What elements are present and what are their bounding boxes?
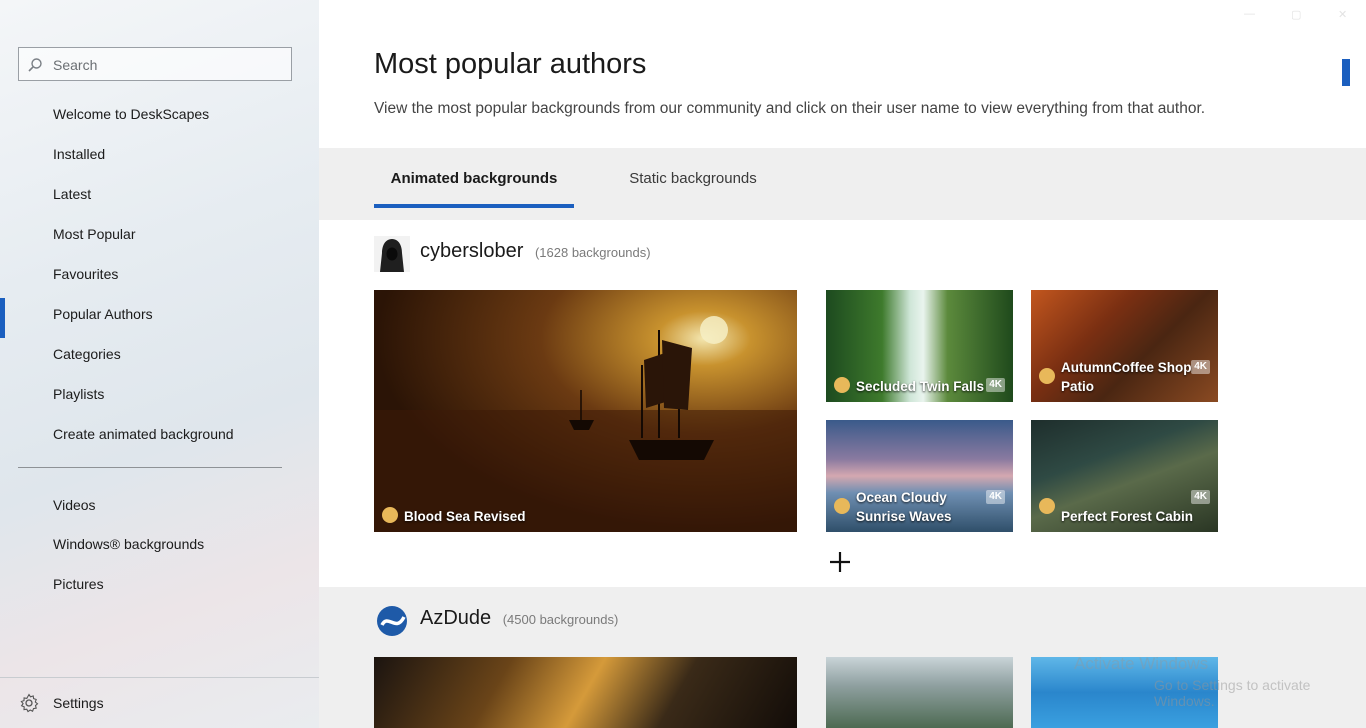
download-icon: [834, 498, 850, 514]
author-name-link[interactable]: AzDude (4500 backgrounds): [420, 607, 618, 630]
sidebar-item-welcome[interactable]: Welcome to DeskScapes: [0, 96, 319, 132]
sidebar-item-videos[interactable]: Videos: [0, 487, 319, 523]
page-title: Most popular authors: [374, 48, 647, 80]
sidebar-item-installed[interactable]: Installed: [0, 136, 319, 172]
sidebar-item-label: Categories: [53, 346, 121, 362]
sidebar-item-popular-authors[interactable]: Popular Authors: [0, 296, 319, 338]
sidebar-bottom-divider: [0, 677, 319, 678]
author-name: cyberslober: [420, 240, 524, 262]
sidebar-item-label: Videos: [53, 497, 96, 513]
background-tile[interactable]: [374, 657, 797, 728]
background-tile[interactable]: 4K Perfect Forest Cabin: [1031, 420, 1218, 532]
search-icon: [28, 58, 42, 72]
tab-label: Static backgrounds: [629, 170, 757, 187]
sidebar-item-create-animated-background[interactable]: Create animated background: [0, 416, 319, 452]
main-content: — ▢ ✕ Most popular authors View the most…: [319, 0, 1366, 728]
maximize-icon[interactable]: ▢: [1291, 8, 1305, 21]
background-tile[interactable]: 4K Secluded Twin Falls: [826, 290, 1013, 402]
tile-title: Ocean Cloudy Sunrise Waves: [856, 490, 952, 524]
sidebar-item-most-popular[interactable]: Most Popular: [0, 216, 319, 252]
tab-label: Animated backgrounds: [390, 170, 558, 187]
tile-title: Blood Sea Revised: [404, 509, 526, 524]
download-icon: [834, 377, 850, 393]
author-background-count: (1628 backgrounds): [534, 245, 651, 260]
sidebar-item-playlists[interactable]: Playlists: [0, 376, 319, 412]
minimize-icon[interactable]: —: [1244, 8, 1258, 20]
tile-title: AutumnCoffee Shop Patio: [1061, 360, 1192, 394]
plus-icon[interactable]: [828, 550, 852, 574]
sidebar-item-label: Playlists: [53, 386, 105, 402]
activate-windows-watermark: Activate Windows: [1074, 654, 1209, 673]
hooded-figure-avatar-icon[interactable]: [374, 236, 410, 272]
settings-button[interactable]: Settings: [0, 685, 319, 721]
tab-active-indicator: [374, 204, 574, 208]
tile-title: Perfect Forest Cabin: [1061, 509, 1194, 524]
tab-animated-backgrounds[interactable]: Animated backgrounds: [374, 170, 574, 208]
background-tile[interactable]: 4K Ocean Cloudy Sunrise Waves: [826, 420, 1013, 532]
sidebar-item-label: Windows® backgrounds: [53, 536, 205, 552]
sidebar-item-label: Favourites: [53, 266, 119, 282]
sidebar-item-windows-backgrounds[interactable]: Windows® backgrounds: [0, 526, 319, 562]
settings-label: Settings: [53, 695, 104, 711]
search-input[interactable]: [51, 48, 285, 82]
ship-scene-graphic: [374, 316, 797, 532]
sidebar-item-label: Most Popular: [53, 226, 136, 242]
sidebar-item-favourites[interactable]: Favourites: [0, 256, 319, 292]
sidebar-divider: [18, 467, 282, 468]
sidebar: Welcome to DeskScapes Installed Latest M…: [0, 0, 319, 728]
sidebar-item-categories[interactable]: Categories: [0, 336, 319, 372]
4k-badge: 4K: [1191, 490, 1210, 504]
activate-windows-watermark-hint: Go to Settings to activate Windows.: [1154, 677, 1311, 709]
az-logo-avatar-icon[interactable]: [374, 603, 410, 639]
sidebar-item-label: Popular Authors: [53, 306, 153, 322]
tab-static-backgrounds[interactable]: Static backgrounds: [614, 170, 772, 206]
page-subtitle: View the most popular backgrounds from o…: [374, 100, 1206, 117]
close-icon[interactable]: ✕: [1338, 8, 1352, 21]
sidebar-item-label: Latest: [53, 186, 92, 202]
sidebar-item-label: Pictures: [53, 576, 104, 592]
author-name: AzDude: [420, 607, 492, 629]
sidebar-item-latest[interactable]: Latest: [0, 176, 319, 212]
gear-icon: [20, 693, 39, 713]
background-tile[interactable]: [826, 657, 1013, 728]
sidebar-item-label: Create animated background: [53, 426, 234, 442]
download-icon: [1039, 368, 1055, 384]
download-icon: [1039, 498, 1055, 514]
background-tile[interactable]: Blood Sea Revised: [374, 290, 797, 532]
author-background-count: (4500 backgrounds): [502, 612, 619, 627]
tile-title: Secluded Twin Falls: [856, 379, 985, 394]
sidebar-item-pictures[interactable]: Pictures: [0, 566, 319, 602]
scrollbar-thumb[interactable]: [1342, 59, 1350, 86]
sidebar-item-label: Installed: [53, 146, 106, 162]
tab-bar: Animated backgrounds Static backgrounds: [319, 148, 1366, 220]
download-icon: [382, 507, 398, 523]
author-name-link[interactable]: cyberslober (1628 backgrounds): [420, 240, 651, 263]
background-tile[interactable]: 4K AutumnCoffee Shop Patio: [1031, 290, 1218, 402]
search-box[interactable]: [18, 47, 292, 82]
sidebar-item-label: Welcome to DeskScapes: [53, 106, 210, 122]
